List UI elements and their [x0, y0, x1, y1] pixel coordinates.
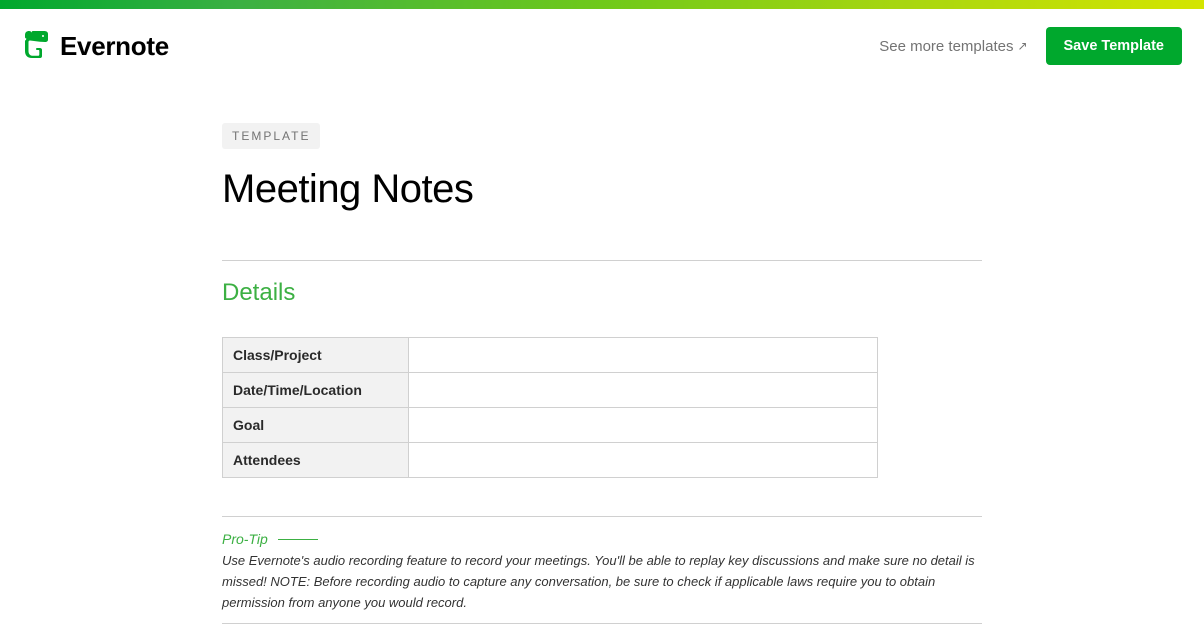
- section-divider: [222, 260, 982, 261]
- protip-text: Use Evernote's audio recording feature t…: [222, 551, 982, 613]
- details-value-class-project[interactable]: [409, 338, 878, 373]
- brand-name: Evernote: [60, 31, 169, 62]
- table-row: Date/Time/Location: [223, 373, 878, 408]
- details-label-goal: Goal: [223, 408, 409, 443]
- see-more-templates-label: See more templates: [879, 38, 1013, 55]
- protip-label: Pro-Tip: [222, 531, 268, 547]
- details-label-class-project: Class/Project: [223, 338, 409, 373]
- table-row: Attendees: [223, 443, 878, 478]
- details-value-attendees[interactable]: [409, 443, 878, 478]
- protip-header: Pro-Tip: [222, 531, 982, 547]
- see-more-templates-link[interactable]: See more templates ↗: [879, 38, 1027, 55]
- table-row: Class/Project: [223, 338, 878, 373]
- details-table: Class/Project Date/Time/Location Goal At…: [222, 337, 878, 478]
- save-template-button[interactable]: Save Template: [1046, 27, 1182, 65]
- template-badge: TEMPLATE: [222, 123, 320, 149]
- details-value-goal[interactable]: [409, 408, 878, 443]
- details-value-date-time-location[interactable]: [409, 373, 878, 408]
- table-row: Goal: [223, 408, 878, 443]
- main-content: TEMPLATE Meeting Notes Details Class/Pro…: [222, 83, 982, 624]
- external-link-icon: ↗: [1017, 39, 1027, 53]
- protip-divider-top: [222, 516, 982, 517]
- protip-decorative-line: [278, 539, 318, 540]
- details-label-date-time-location: Date/Time/Location: [223, 373, 409, 408]
- brand-gradient-bar: [0, 0, 1204, 9]
- details-heading: Details: [222, 279, 982, 307]
- page-title: Meeting Notes: [222, 167, 982, 212]
- header-actions: See more templates ↗ Save Template: [879, 27, 1182, 65]
- details-label-attendees: Attendees: [223, 443, 409, 478]
- brand-logo[interactable]: Evernote: [22, 28, 169, 65]
- header: Evernote See more templates ↗ Save Templ…: [0, 9, 1204, 83]
- elephant-icon: [22, 28, 52, 65]
